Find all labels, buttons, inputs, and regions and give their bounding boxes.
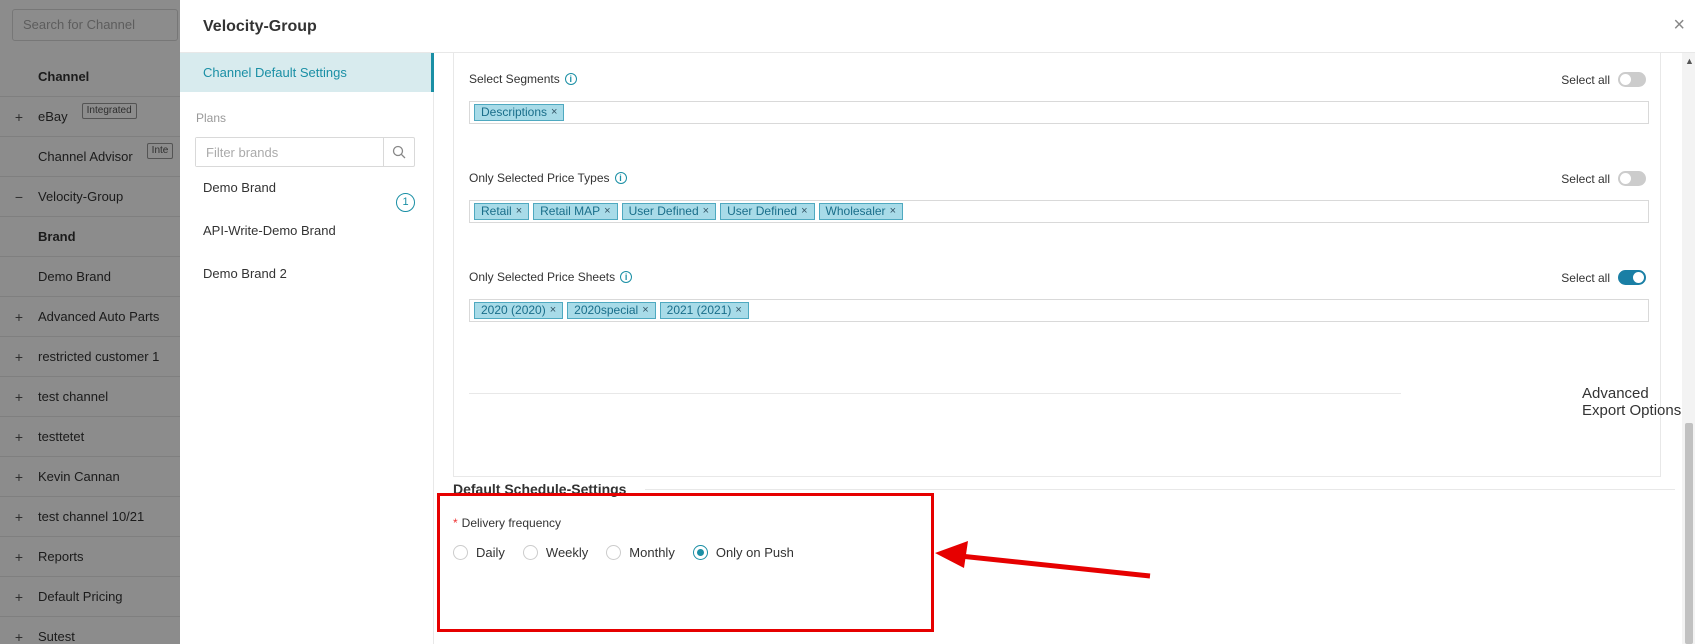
remove-icon[interactable]: ×: [801, 204, 807, 219]
close-icon[interactable]: ×: [1673, 14, 1685, 37]
remove-icon[interactable]: ×: [642, 303, 648, 318]
divider: [469, 393, 1401, 394]
brand-filter: [195, 137, 415, 167]
remove-icon[interactable]: ×: [551, 105, 557, 120]
segments-tag-input[interactable]: Descriptions ×: [469, 101, 1649, 124]
price-type-chip[interactable]: Wholesaler ×: [818, 203, 903, 220]
advanced-export-label: Advanced Export Options: [1582, 385, 1682, 419]
brand-filter-input[interactable]: [196, 138, 386, 166]
remove-icon[interactable]: ×: [735, 303, 741, 318]
segments-label: Select Segments i: [469, 72, 577, 86]
price-sheets-select-all[interactable]: Select all: [1561, 270, 1646, 285]
segment-chip[interactable]: Descriptions ×: [474, 104, 565, 121]
price-types-select-all-toggle[interactable]: [1618, 171, 1646, 186]
info-icon[interactable]: i: [614, 172, 627, 184]
scroll-up-icon[interactable]: ▲: [1685, 56, 1694, 66]
segments-select-all[interactable]: Select all: [1561, 72, 1646, 87]
remove-icon[interactable]: ×: [550, 303, 556, 318]
left-nav: Channel Default Settings Plans Demo Bran…: [180, 53, 434, 644]
remove-icon[interactable]: ×: [703, 204, 709, 219]
price-types-label: Only Selected Price Types i: [469, 171, 627, 185]
brand-item[interactable]: API-Write-Demo Brand: [203, 223, 336, 238]
nav-item-channel-default-settings[interactable]: Channel Default Settings: [180, 53, 434, 92]
scrollbar[interactable]: ▲: [1682, 53, 1695, 644]
price-types-select-all[interactable]: Select all: [1561, 171, 1646, 186]
price-sheets-select-all-toggle[interactable]: [1618, 270, 1646, 285]
scroll-thumb[interactable]: [1685, 423, 1693, 644]
drawer-header: Velocity-Group ×: [180, 0, 1695, 53]
info-icon[interactable]: i: [564, 73, 577, 85]
annotation-highlight-box: [437, 493, 934, 632]
brand-count-badge: 1: [396, 193, 415, 212]
brand-item[interactable]: Demo Brand 2: [203, 266, 287, 281]
price-type-chip[interactable]: User Defined ×: [621, 203, 717, 220]
price-sheets-tag-input[interactable]: 2020 (2020) × 2020special × 2021 (2021) ×: [469, 299, 1649, 322]
price-type-chip[interactable]: Retail ×: [474, 203, 530, 220]
price-type-chip[interactable]: User Defined ×: [720, 203, 815, 220]
remove-icon[interactable]: ×: [890, 204, 896, 219]
annotation-arrow-icon: [935, 541, 1151, 579]
remove-icon[interactable]: ×: [516, 204, 522, 219]
price-sheet-chip[interactable]: 2020special ×: [567, 302, 656, 319]
price-sheet-chip[interactable]: 2021 (2021) ×: [659, 302, 749, 319]
export-settings-card: Select Segments i Select all Description…: [453, 53, 1661, 477]
search-icon[interactable]: [383, 138, 414, 166]
remove-icon[interactable]: ×: [604, 204, 610, 219]
price-sheet-chip[interactable]: 2020 (2020) ×: [474, 302, 564, 319]
drawer-title: Velocity-Group: [203, 18, 317, 35]
divider: [645, 489, 1675, 490]
price-sheets-label: Only Selected Price Sheets i: [469, 270, 633, 284]
price-type-chip[interactable]: Retail MAP ×: [533, 203, 618, 220]
brand-item[interactable]: Demo Brand: [203, 180, 276, 195]
info-icon[interactable]: i: [620, 271, 633, 283]
segments-select-all-toggle[interactable]: [1618, 72, 1646, 87]
plans-label: Plans: [196, 111, 227, 125]
price-types-tag-input[interactable]: Retail × Retail MAP × User Defined × User D…: [469, 200, 1649, 223]
